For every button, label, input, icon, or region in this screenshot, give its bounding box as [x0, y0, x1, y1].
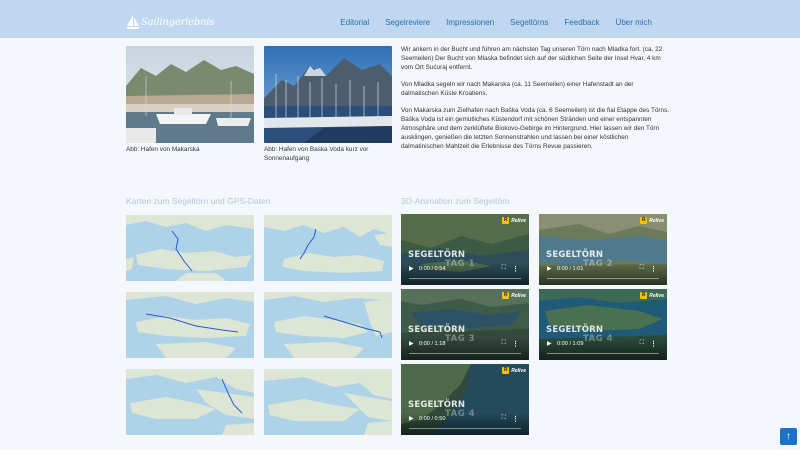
video-time: 0:00 / 1:18: [419, 341, 446, 347]
maps-section-title: Karten zum Segeltörn und GPS-Daten: [126, 196, 271, 206]
video-time: 0:00 / 1:09: [557, 341, 584, 347]
top-navbar: Sailingerlebnis Editorial Segelreviere I…: [0, 0, 800, 38]
relive-icon: R: [640, 292, 648, 299]
relive-icon: R: [502, 217, 510, 224]
more-vertical-icon[interactable]: ⋮: [512, 415, 519, 423]
video-time: 0:00 / 0:54: [419, 266, 446, 272]
route-map-3[interactable]: [126, 292, 254, 358]
play-icon[interactable]: ▶: [547, 265, 552, 272]
relive-icon: R: [640, 217, 648, 224]
arrow-up-icon: ↑: [786, 431, 791, 442]
more-vertical-icon[interactable]: ⋮: [512, 265, 519, 273]
brand-name: Sailingerlebnis: [141, 16, 215, 28]
photo-makarska-harbor[interactable]: [126, 46, 254, 143]
brand-logo[interactable]: Sailingerlebnis: [126, 13, 214, 31]
route-map-2[interactable]: [264, 215, 392, 281]
relive-badge: R Relive: [502, 217, 526, 224]
photo-caption-baska-voda: Abb: Hafen von Baska Voda kurz vor Sonne…: [264, 146, 369, 162]
video-player-day-2[interactable]: R Relive SEGELTÖRN TAG 2 ▶ 0:00 / 1:01 ⛶…: [539, 214, 667, 285]
more-vertical-icon[interactable]: ⋮: [650, 265, 657, 273]
video-progress-bar[interactable]: [547, 277, 659, 279]
route-map-6[interactable]: [264, 369, 392, 435]
relive-badge: R Relive: [502, 367, 526, 374]
relive-icon: R: [502, 367, 510, 374]
fullscreen-icon[interactable]: ⛶: [502, 340, 506, 347]
relive-badge: R Relive: [640, 292, 664, 299]
play-icon[interactable]: ▶: [409, 340, 414, 347]
route-map-4[interactable]: [264, 292, 392, 358]
video-time: 0:00 / 1:01: [557, 266, 584, 272]
nav-impressionen[interactable]: Impressionen: [438, 18, 502, 27]
more-vertical-icon[interactable]: ⋮: [512, 340, 519, 348]
video-player-day-5[interactable]: R Relive SEGELTÖRN TAG 4 ▶ 0:00 / 0:50 ⛶…: [401, 364, 529, 435]
fullscreen-icon[interactable]: ⛶: [640, 265, 644, 272]
play-icon[interactable]: ▶: [409, 265, 414, 272]
route-map-5[interactable]: [126, 369, 254, 435]
tour-description: Wir ankern in der Bucht und führen am nä…: [401, 45, 671, 159]
video-progress-bar[interactable]: [409, 352, 521, 354]
back-to-top-button[interactable]: ↑: [780, 428, 797, 445]
video-time: 0:00 / 0:50: [419, 416, 446, 422]
relive-badge: R Relive: [502, 292, 526, 299]
video-progress-bar[interactable]: [409, 427, 521, 429]
sailboat-icon: [126, 15, 140, 29]
video-player-day-1[interactable]: R Relive SEGELTÖRN TAG 1 ▶ 0:00 / 0:54 ⛶…: [401, 214, 529, 285]
nav-editorial[interactable]: Editorial: [332, 18, 377, 27]
route-map-1[interactable]: [126, 215, 254, 281]
nav-segelreviere[interactable]: Segelreviere: [377, 18, 438, 27]
paragraph-3: Von Makarska zum Zielhafen nach Baška Vo…: [401, 107, 670, 150]
more-vertical-icon[interactable]: ⋮: [650, 340, 657, 348]
fullscreen-icon[interactable]: ⛶: [502, 415, 506, 422]
video-player-day-4[interactable]: R Relive SEGELTÖRN TAG 4 ▶ 0:00 / 1:09 ⛶…: [539, 289, 667, 360]
play-icon[interactable]: ▶: [547, 340, 552, 347]
video-progress-bar[interactable]: [409, 277, 521, 279]
play-icon[interactable]: ▶: [409, 415, 414, 422]
animation-section-title: 3D-Animation zum Segeltörn: [401, 196, 510, 206]
relive-badge: R Relive: [640, 217, 664, 224]
video-progress-bar[interactable]: [547, 352, 659, 354]
paragraph-1: Wir ankern in der Bucht und führen am nä…: [401, 46, 663, 71]
main-nav: Editorial Segelreviere Impressionen Sege…: [332, 18, 660, 27]
fullscreen-icon[interactable]: ⛶: [640, 340, 644, 347]
nav-segeltoerns[interactable]: Segeltörns: [502, 18, 556, 27]
photo-caption-makarska: Abb: Hafen von Makarska: [126, 146, 200, 153]
nav-ueber-mich[interactable]: Über mich: [608, 18, 660, 27]
photo-baska-voda-harbor[interactable]: [264, 46, 392, 143]
video-player-day-3[interactable]: R Relive SEGELTÖRN TAG 3 ▶ 0:00 / 1:18 ⛶…: [401, 289, 529, 360]
nav-feedback[interactable]: Feedback: [556, 18, 607, 27]
relive-icon: R: [502, 292, 510, 299]
fullscreen-icon[interactable]: ⛶: [502, 265, 506, 272]
paragraph-2: Von Mladka segeln wir nach Makarska (ca.…: [401, 81, 634, 97]
